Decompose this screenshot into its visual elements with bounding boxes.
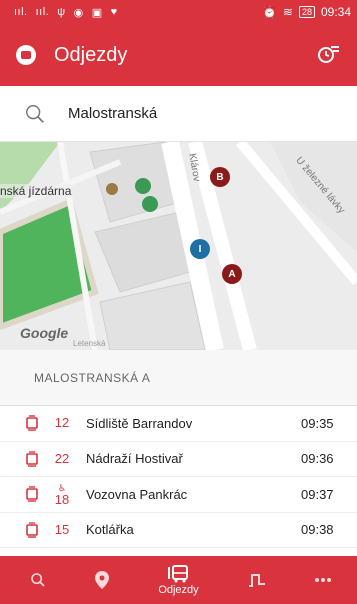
tram-icon: [0, 451, 38, 467]
destination: Vozovna Pankrác: [86, 486, 188, 502]
status-right: ⏰ ≋ 28 09:34: [262, 5, 351, 19]
departure-row[interactable]: 15 Kotlářka 09:38: [0, 513, 357, 548]
departure-time: 09:36: [301, 451, 334, 467]
stop-marker-b[interactable]: B: [210, 167, 230, 187]
line-number: 12: [54, 415, 70, 431]
route-icon: [248, 574, 265, 587]
departure-row[interactable]: 12 Sídliště Barrandov 09:35: [0, 406, 357, 442]
nav-route-button[interactable]: [248, 573, 266, 587]
alarm-icon: ⏰: [261, 5, 277, 19]
status-left: ııl. ııl. ψ ◉ ▣ ♥: [14, 6, 118, 19]
line-number: 15: [54, 521, 70, 537]
app-bar: Odjezdy: [0, 24, 357, 86]
usb-icon: ψ: [57, 6, 66, 18]
destination: Kotlářka: [86, 522, 134, 538]
nav-more-button[interactable]: [314, 577, 331, 583]
nav-departures-label: Odjezdy: [158, 583, 199, 596]
wifi-icon: ≋: [282, 5, 293, 19]
departure-row[interactable]: 22 Nádraží Hostivař 09:36: [0, 442, 357, 477]
line-number: ♿ 18: [38, 482, 86, 506]
filter-clock-icon: [318, 46, 339, 63]
search-icon[interactable]: [24, 103, 46, 125]
nav-map-button[interactable]: [95, 571, 110, 589]
battery-icon: 28: [298, 6, 315, 18]
status-bar: ııl. ııl. ψ ◉ ▣ ♥ ⏰ ≋ 28 09:34: [0, 0, 357, 24]
departures-list: 12 Sídliště Barrandov 09:35 22 Nádraží H…: [0, 406, 357, 548]
departure-time: 09:37: [301, 486, 334, 502]
departure-row[interactable]: ♿ 18 Vozovna Pankrác 09:37: [0, 477, 357, 513]
stop-name-header: MALOSTRANSKÁ A: [0, 350, 357, 406]
nav-search-button[interactable]: [30, 572, 46, 588]
bottom-navigation: Odjezdy: [0, 556, 357, 604]
map-small-label: Letenská: [73, 339, 106, 348]
bus-icon: [168, 564, 189, 582]
shield-icon: ♥: [110, 6, 118, 18]
destination: Sídliště Barrandov: [86, 415, 193, 431]
search-input[interactable]: [68, 105, 328, 122]
tram-icon: [0, 486, 38, 502]
map-view[interactable]: nská jízdárna Klárov U železné lávky Let…: [0, 142, 357, 350]
departure-time: 09:35: [301, 415, 334, 431]
destination: Nádraží Hostivař: [86, 451, 183, 467]
location-pin-icon: [95, 571, 110, 589]
departure-time: 09:38: [301, 522, 334, 538]
stop-name: MALOSTRANSKÁ A: [34, 370, 151, 385]
nav-departures-button[interactable]: Odjezdy: [158, 564, 199, 596]
filter-button[interactable]: [315, 42, 341, 68]
map-place-label: nská jízdárna: [0, 184, 72, 198]
app-logo-icon: [16, 45, 36, 65]
more-icon: [314, 578, 331, 582]
stop-marker-a[interactable]: A: [222, 264, 242, 284]
page-title: Odjezdy: [54, 43, 128, 66]
search-bar[interactable]: [0, 86, 357, 142]
signal-strength-2: ııl.: [35, 6, 50, 18]
tram-icon: [0, 415, 38, 431]
stop-marker-i[interactable]: I: [190, 239, 210, 259]
line-number: 22: [54, 450, 70, 466]
image-icon: ▣: [91, 6, 103, 19]
clock: 09:34: [320, 5, 351, 19]
signal-strength-1: ııl.: [14, 6, 28, 18]
tram-icon: [0, 522, 38, 538]
google-attribution: Google: [20, 325, 69, 341]
location-status-icon: ◉: [73, 6, 84, 19]
search-icon: [31, 573, 45, 587]
